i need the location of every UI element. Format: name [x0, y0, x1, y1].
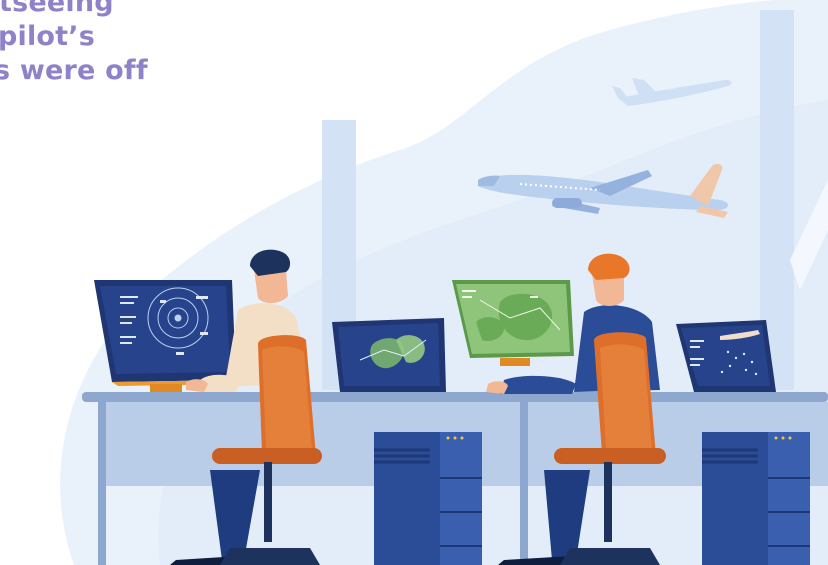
map-monitor	[332, 318, 446, 392]
desk-leg-mid	[520, 402, 528, 565]
desk-leg-left	[98, 402, 106, 565]
desk-top	[82, 392, 828, 402]
computer-tower-icon	[702, 432, 810, 565]
computer-tower-icon	[374, 432, 482, 565]
control-tower-illustration	[60, 0, 828, 565]
map-monitor-large	[452, 280, 574, 366]
